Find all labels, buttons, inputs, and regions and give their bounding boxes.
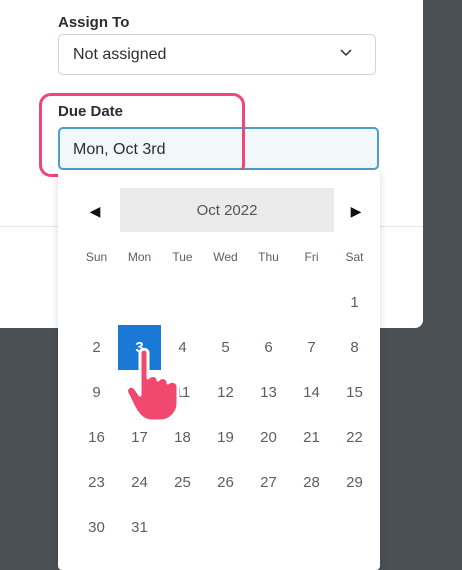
calendar-day[interactable]: 31	[118, 505, 161, 550]
calendar-day[interactable]: 15	[333, 370, 376, 415]
due-date-input[interactable]: Mon, Oct 3rd	[58, 127, 379, 170]
calendar-day[interactable]: 26	[204, 460, 247, 505]
calendar-day[interactable]: 10	[118, 370, 161, 415]
month-header: Oct 2022	[120, 188, 334, 232]
calendar-day[interactable]: 16	[75, 415, 118, 460]
due-date-value: Mon, Oct 3rd	[73, 141, 166, 158]
calendar-day[interactable]: 22	[333, 415, 376, 460]
chevron-down-icon	[340, 49, 352, 57]
calendar-day[interactable]: 4	[161, 325, 204, 370]
weekday-label: Sat	[345, 250, 364, 264]
calendar-day[interactable]: 29	[333, 460, 376, 505]
calendar-day[interactable]: 30	[75, 505, 118, 550]
calendar-day[interactable]: 13	[247, 370, 290, 415]
calendar-day[interactable]: 6	[247, 325, 290, 370]
calendar-day[interactable]: 19	[204, 415, 247, 460]
calendar-day[interactable]: 9	[75, 370, 118, 415]
calendar-day[interactable]: 20	[247, 415, 290, 460]
calendar-day[interactable]: 17	[118, 415, 161, 460]
calendar-day[interactable]: 21	[290, 415, 333, 460]
weekday-label: Sun	[85, 250, 108, 264]
weekday-label: Fri	[304, 250, 319, 264]
calendar-day[interactable]: 28	[290, 460, 333, 505]
calendar-day[interactable]: 5	[204, 325, 247, 370]
assign-to-select[interactable]: Not assigned	[58, 34, 376, 75]
calendar-day[interactable]: 18	[161, 415, 204, 460]
calendar-day[interactable]: 2	[75, 325, 118, 370]
calendar-day[interactable]: 1	[333, 280, 376, 325]
next-month-button[interactable]: ▶	[349, 204, 363, 218]
calendar-day[interactable]: 23	[75, 460, 118, 505]
previous-month-button[interactable]: ◀	[88, 204, 102, 218]
calendar-day[interactable]: 11	[161, 370, 204, 415]
calendar-day[interactable]: 8	[333, 325, 376, 370]
weekday-label: Mon	[127, 250, 152, 264]
assign-to-label: Assign To	[58, 14, 130, 31]
calendar-day[interactable]: 27	[247, 460, 290, 505]
weekday-label: Wed	[213, 250, 238, 264]
calendar-day[interactable]: 12	[204, 370, 247, 415]
calendar-day-selected[interactable]: 3	[118, 325, 161, 370]
weekday-label: Thu	[258, 250, 279, 264]
date-picker-calendar: ◀ Oct 2022 ▶ Sun Mon Tue Wed Thu Fri Sat 12345…	[58, 170, 380, 570]
calendar-day[interactable]: 7	[290, 325, 333, 370]
weekday-label: Tue	[172, 250, 193, 264]
calendar-day[interactable]: 25	[161, 460, 204, 505]
assign-to-value: Not assigned	[73, 46, 167, 63]
calendar-day[interactable]: 14	[290, 370, 333, 415]
due-date-label: Due Date	[58, 103, 124, 120]
calendar-day[interactable]: 24	[118, 460, 161, 505]
